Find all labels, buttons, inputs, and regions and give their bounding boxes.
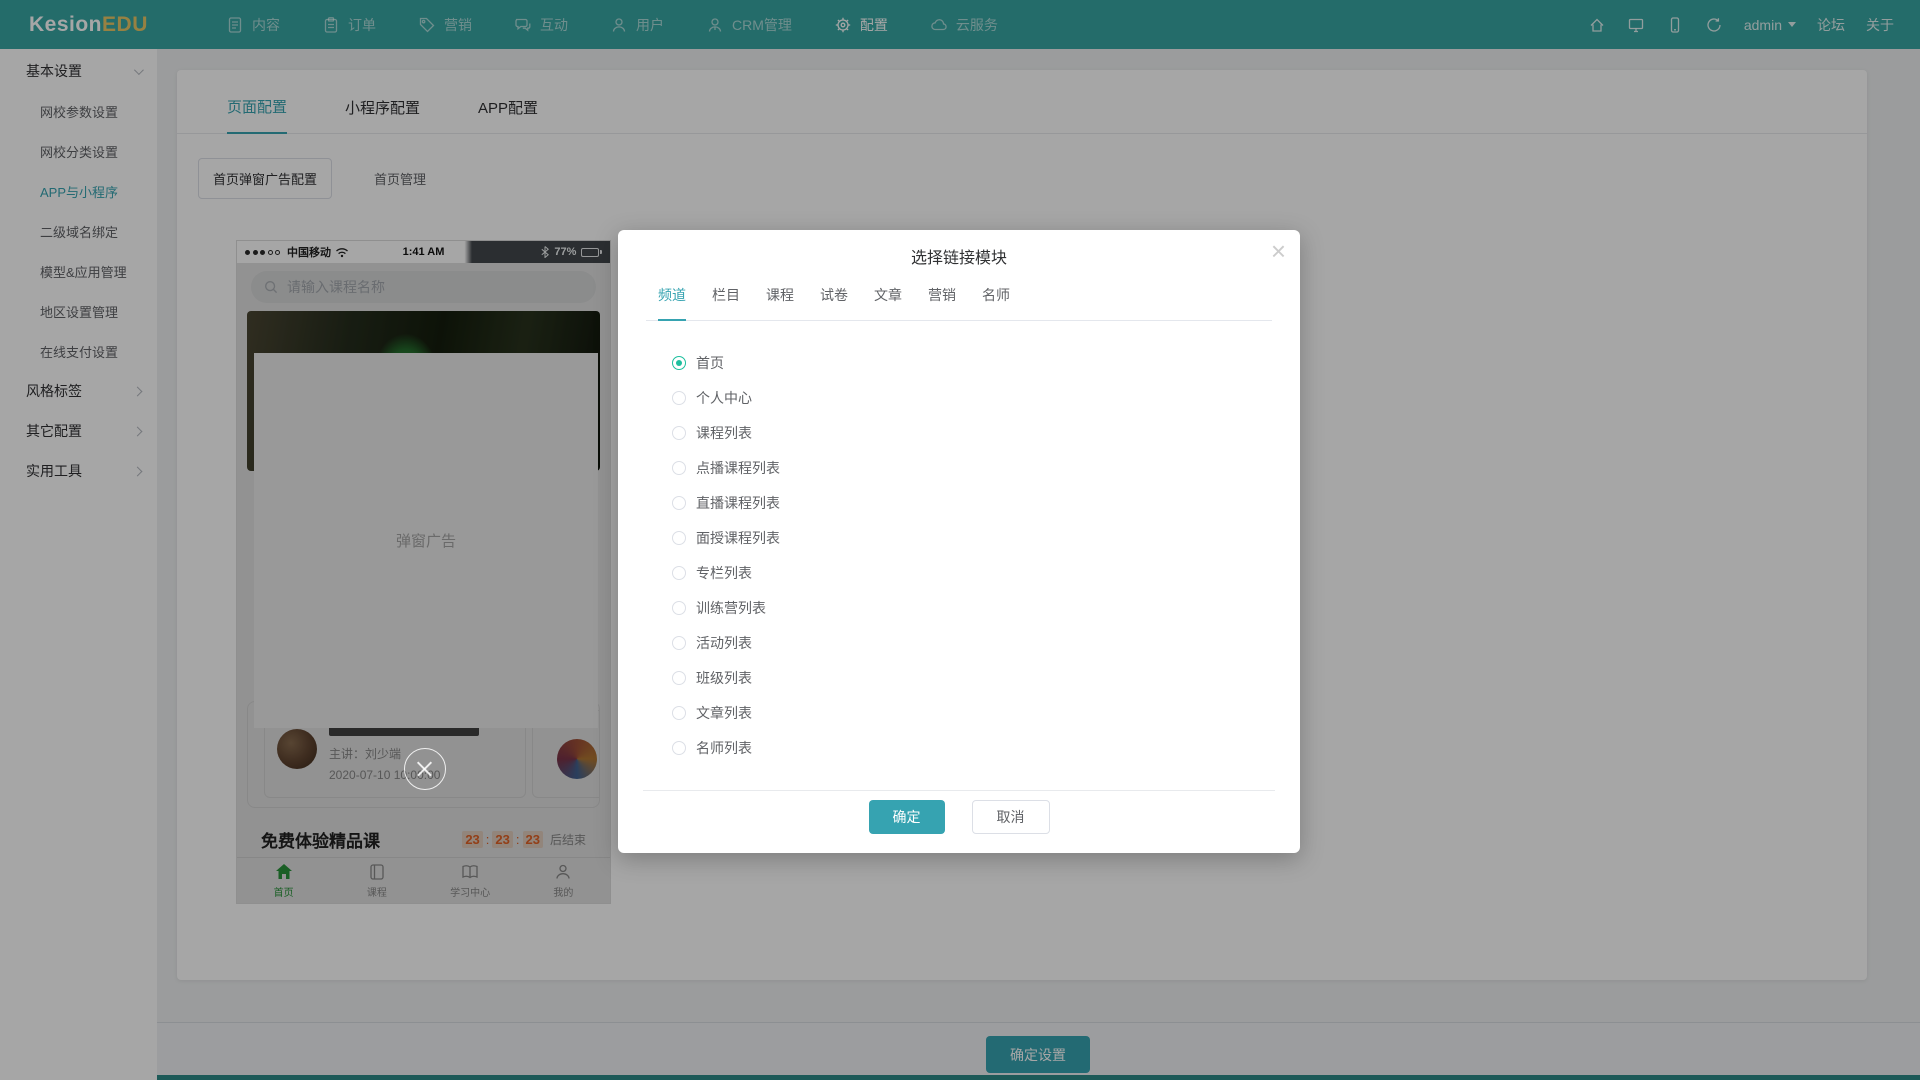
popup-ad-close-icon[interactable] [404, 748, 446, 790]
radio-icon [672, 496, 686, 510]
dialog-divider [643, 790, 1275, 791]
radio-icon [672, 601, 686, 615]
radio-icon [672, 636, 686, 650]
dialog-tab-article[interactable]: 文章 [874, 286, 902, 320]
radio-option-activity-list[interactable]: 活动列表 [672, 625, 1300, 660]
radio-label: 课程列表 [696, 423, 752, 443]
dialog-tab-exam[interactable]: 试卷 [820, 286, 848, 320]
radio-label: 名师列表 [696, 738, 752, 758]
radio-label: 专栏列表 [696, 563, 752, 583]
radio-label: 直播课程列表 [696, 493, 780, 513]
close-icon[interactable]: × [1271, 238, 1286, 264]
radio-icon [672, 741, 686, 755]
radio-option-article-list[interactable]: 文章列表 [672, 695, 1300, 730]
radio-label: 面授课程列表 [696, 528, 780, 548]
radio-label: 文章列表 [696, 703, 752, 723]
cancel-button[interactable]: 取消 [972, 800, 1050, 834]
radio-icon [672, 671, 686, 685]
radio-icon [672, 461, 686, 475]
link-module-dialog: 选择链接模块 × 频道 栏目 课程 试卷 文章 营销 名师 首页 个人中心 课程… [618, 230, 1300, 853]
radio-label: 个人中心 [696, 388, 752, 408]
dialog-tab-teacher[interactable]: 名师 [982, 286, 1010, 320]
dialog-tab-course[interactable]: 课程 [766, 286, 794, 320]
dialog-tabs: 频道 栏目 课程 试卷 文章 营销 名师 [646, 286, 1272, 321]
radio-label: 班级列表 [696, 668, 752, 688]
radio-icon [672, 391, 686, 405]
radio-option-course-list[interactable]: 课程列表 [672, 415, 1300, 450]
radio-option-camp-list[interactable]: 训练营列表 [672, 590, 1300, 625]
dialog-tab-marketing[interactable]: 营销 [928, 286, 956, 320]
radio-icon [672, 426, 686, 440]
radio-icon [672, 531, 686, 545]
radio-icon [672, 356, 686, 370]
radio-label: 首页 [696, 353, 724, 373]
radio-label: 训练营列表 [696, 598, 766, 618]
radio-option-home[interactable]: 首页 [672, 345, 1300, 380]
radio-option-personal-center[interactable]: 个人中心 [672, 380, 1300, 415]
dialog-tab-channel[interactable]: 频道 [658, 286, 686, 321]
dialog-title: 选择链接模块 [618, 230, 1300, 268]
radio-icon [672, 566, 686, 580]
radio-option-column-list[interactable]: 专栏列表 [672, 555, 1300, 590]
dialog-actions: 确定 取消 [618, 800, 1300, 834]
radio-option-teacher-list[interactable]: 名师列表 [672, 730, 1300, 765]
radio-option-live-course-list[interactable]: 直播课程列表 [672, 485, 1300, 520]
radio-option-offline-course-list[interactable]: 面授课程列表 [672, 520, 1300, 555]
radio-option-class-list[interactable]: 班级列表 [672, 660, 1300, 695]
link-option-list: 首页 个人中心 课程列表 点播课程列表 直播课程列表 面授课程列表 专栏列表 训… [618, 345, 1300, 765]
dialog-tab-column[interactable]: 栏目 [712, 286, 740, 320]
radio-label: 点播课程列表 [696, 458, 780, 478]
radio-label: 活动列表 [696, 633, 752, 653]
confirm-button[interactable]: 确定 [869, 800, 945, 834]
radio-option-vod-course-list[interactable]: 点播课程列表 [672, 450, 1300, 485]
radio-icon [672, 706, 686, 720]
